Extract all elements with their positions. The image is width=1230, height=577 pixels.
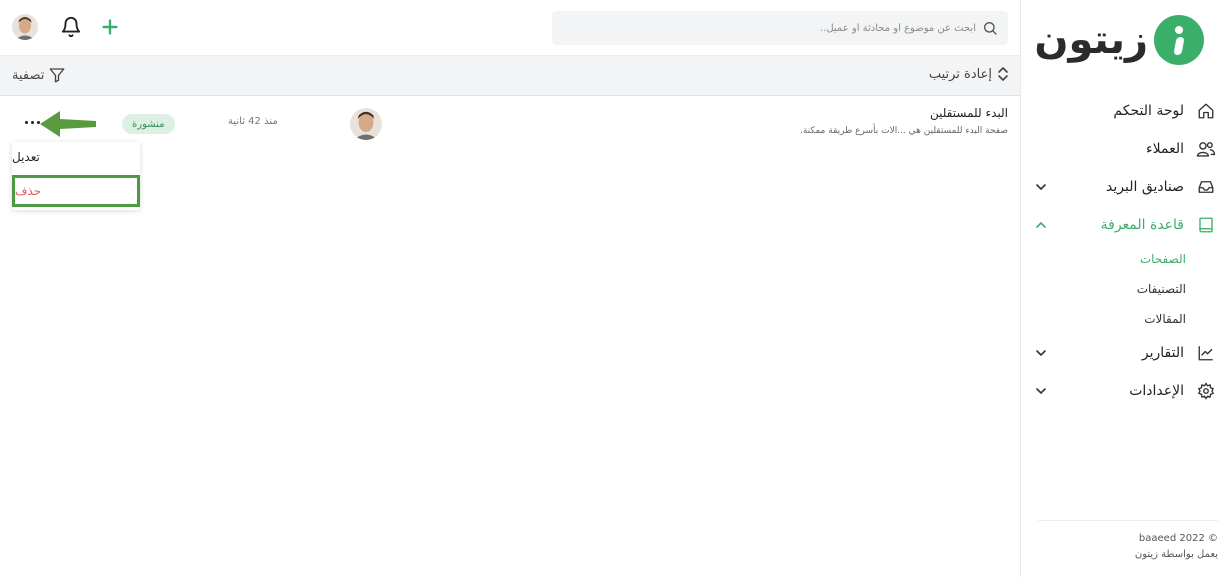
sidebar-subitem-pages[interactable]: الصفحات: [1020, 244, 1186, 274]
sort-icon: [996, 66, 1010, 82]
sidebar-item-customers[interactable]: العملاء: [1020, 130, 1230, 168]
page-title[interactable]: البدء للمستقلين: [930, 106, 1008, 120]
edit-menu-item[interactable]: تعديل: [12, 142, 140, 172]
delete-menu-item[interactable]: حذف: [12, 175, 140, 207]
knowledge-submenu: الصفحات التصنيفات المقالات: [1020, 244, 1230, 334]
sidebar-item-label: الإعدادات: [1129, 383, 1184, 399]
sidebar-nav: لوحة التحكم العملاء صناديق البريد قاعدة …: [1020, 92, 1230, 410]
sidebar-item-mailboxes[interactable]: صناديق البريد: [1020, 168, 1230, 206]
user-avatar[interactable]: [12, 14, 38, 40]
filter-button[interactable]: تصفية: [12, 66, 66, 84]
sidebar-footer: © 2022 baaeed يعمل بواسطة زيتون: [1038, 520, 1218, 563]
plus-icon[interactable]: [99, 16, 121, 38]
brand-logo[interactable]: زيتون: [1034, 14, 1204, 66]
arrow-pointer-icon: [40, 109, 98, 139]
status-badge: منشورة: [122, 114, 175, 134]
search-box[interactable]: [552, 11, 1008, 45]
gear-icon: [1196, 381, 1216, 401]
filter-icon: [48, 66, 66, 84]
sidebar-item-reports[interactable]: التقارير: [1020, 334, 1230, 372]
sidebar-item-label: لوحة التحكم: [1113, 103, 1184, 119]
sidebar-item-label: صناديق البريد: [1106, 179, 1184, 195]
author-avatar: [350, 108, 382, 140]
users-icon: [1196, 139, 1216, 159]
sidebar-subitem-categories[interactable]: التصنيفات: [1020, 274, 1186, 304]
logo-mark-icon: [1154, 15, 1204, 65]
chevron-down-icon[interactable]: [1034, 384, 1048, 398]
search-input[interactable]: [576, 22, 976, 34]
brand-name: زيتون: [1034, 17, 1148, 63]
home-icon: [1196, 101, 1216, 121]
copyright-text: © 2022 baaeed: [1138, 533, 1218, 544]
chevron-down-icon[interactable]: [1034, 180, 1048, 194]
filter-label: تصفية: [12, 67, 45, 83]
sidebar: زيتون لوحة التحكم العملاء صناديق البريد …: [1020, 0, 1230, 577]
sidebar-subitem-articles[interactable]: المقالات: [1020, 304, 1186, 334]
chevron-up-icon[interactable]: [1034, 218, 1048, 232]
page-description: صفحة البدء للمستقلين هي ...الات بأسرع طر…: [799, 126, 1008, 136]
sidebar-item-settings[interactable]: الإعدادات: [1020, 372, 1230, 410]
more-options-icon[interactable]: [22, 114, 42, 130]
row-actions-menu: تعديل حذف: [12, 142, 140, 210]
chevron-down-icon[interactable]: [1034, 346, 1048, 360]
reorder-label: إعادة ترتيب: [928, 66, 992, 82]
inbox-icon: [1196, 177, 1216, 197]
search-icon: [982, 20, 998, 36]
main-area: إعادة ترتيب تصفية البدء للمستقلين صفحة ا…: [0, 0, 1020, 577]
updated-time: منذ 42 ثانية: [228, 116, 278, 127]
bell-icon[interactable]: [60, 16, 82, 38]
sidebar-item-dashboard[interactable]: لوحة التحكم: [1020, 92, 1230, 130]
chart-icon: [1196, 343, 1216, 363]
top-bar: [0, 0, 1020, 56]
powered-by-text: يعمل بواسطة زيتون: [1134, 549, 1218, 560]
list-toolbar: إعادة ترتيب تصفية: [0, 56, 1020, 96]
sidebar-item-label: العملاء: [1146, 141, 1184, 157]
reorder-button[interactable]: إعادة ترتيب: [929, 66, 1010, 82]
table-row[interactable]: البدء للمستقلين صفحة البدء للمستقلين هي …: [0, 96, 1020, 148]
sidebar-item-label: التقارير: [1141, 345, 1184, 361]
book-icon: [1196, 215, 1216, 235]
sidebar-item-knowledge-base[interactable]: قاعدة المعرفة: [1020, 206, 1230, 244]
sidebar-item-label: قاعدة المعرفة: [1100, 217, 1184, 233]
